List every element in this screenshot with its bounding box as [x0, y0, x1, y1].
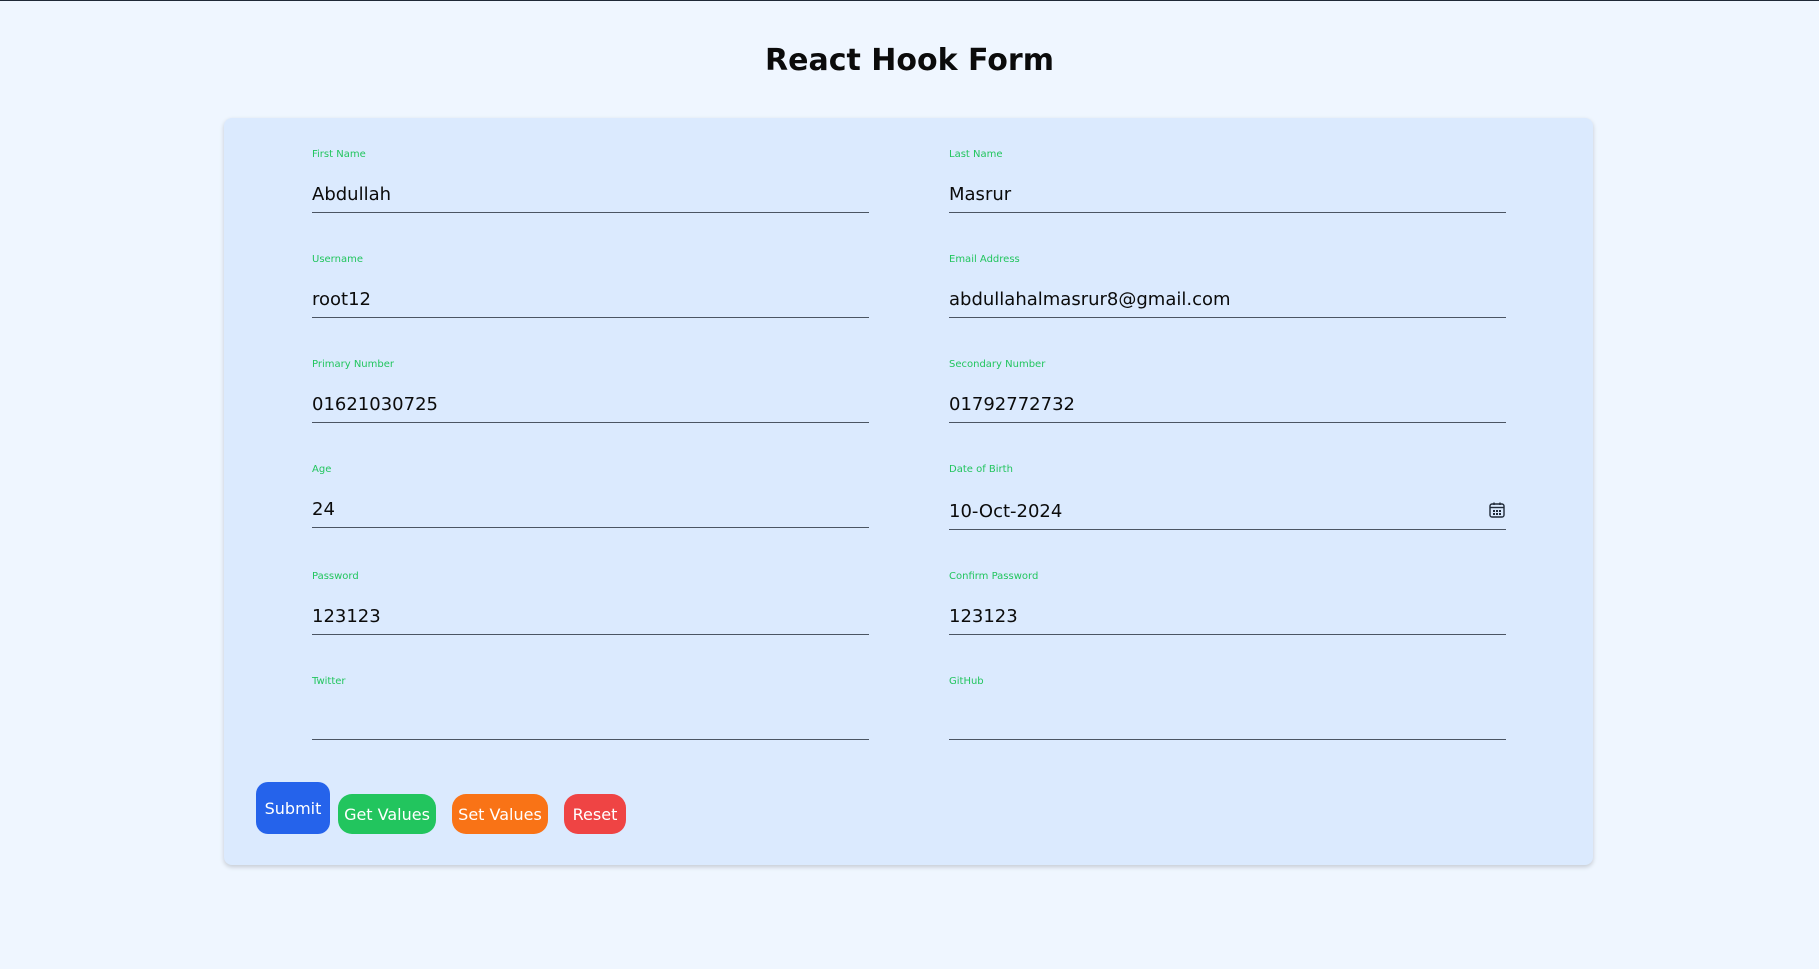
password-input[interactable] — [312, 600, 869, 635]
page-title: React Hook Form — [765, 43, 1054, 78]
last-name-input[interactable] — [949, 178, 1506, 213]
twitter-field: Twitter — [312, 675, 869, 753]
confirm-password-label: Confirm Password — [949, 571, 1039, 582]
age-field: Age — [312, 463, 869, 541]
secondary-number-label: Secondary Number — [949, 359, 1046, 370]
calendar-icon[interactable] — [1488, 501, 1506, 519]
primary-number-label: Primary Number — [312, 359, 394, 370]
confirm-password-input[interactable] — [949, 600, 1506, 635]
age-input[interactable] — [312, 493, 869, 528]
last-name-field: Last Name — [949, 148, 1506, 226]
first-name-label: First Name — [312, 149, 366, 160]
date-of-birth-field: Date of Birth — [949, 463, 1506, 541]
date-of-birth-label: Date of Birth — [949, 464, 1013, 475]
username-input[interactable] — [312, 283, 869, 318]
submit-button[interactable]: Submit — [256, 782, 330, 834]
date-of-birth-input[interactable] — [949, 493, 1506, 530]
first-name-input[interactable] — [312, 178, 869, 213]
email-field: Email Address — [949, 253, 1506, 331]
first-name-field: First Name — [312, 148, 869, 226]
secondary-number-input[interactable] — [949, 388, 1506, 423]
github-field: GitHub — [949, 675, 1506, 753]
github-label: GitHub — [949, 676, 984, 687]
get-values-button[interactable]: Get Values — [338, 794, 436, 834]
set-values-button[interactable]: Set Values — [452, 794, 548, 834]
age-label: Age — [312, 464, 332, 475]
username-label: Username — [312, 254, 363, 265]
github-input[interactable] — [949, 705, 1506, 740]
reset-button[interactable]: Reset — [564, 794, 626, 834]
confirm-password-field: Confirm Password — [949, 570, 1506, 648]
primary-number-input[interactable] — [312, 388, 869, 423]
secondary-number-field: Secondary Number — [949, 358, 1506, 436]
twitter-label: Twitter — [312, 676, 346, 687]
password-label: Password — [312, 571, 359, 582]
username-field: Username — [312, 253, 869, 331]
password-field: Password — [312, 570, 869, 648]
email-input[interactable] — [949, 283, 1506, 318]
registration-form: First Name Last Name Username Email Addr… — [224, 118, 1593, 865]
last-name-label: Last Name — [949, 149, 1003, 160]
email-label: Email Address — [949, 254, 1020, 265]
twitter-input[interactable] — [312, 705, 869, 740]
primary-number-field: Primary Number — [312, 358, 869, 436]
